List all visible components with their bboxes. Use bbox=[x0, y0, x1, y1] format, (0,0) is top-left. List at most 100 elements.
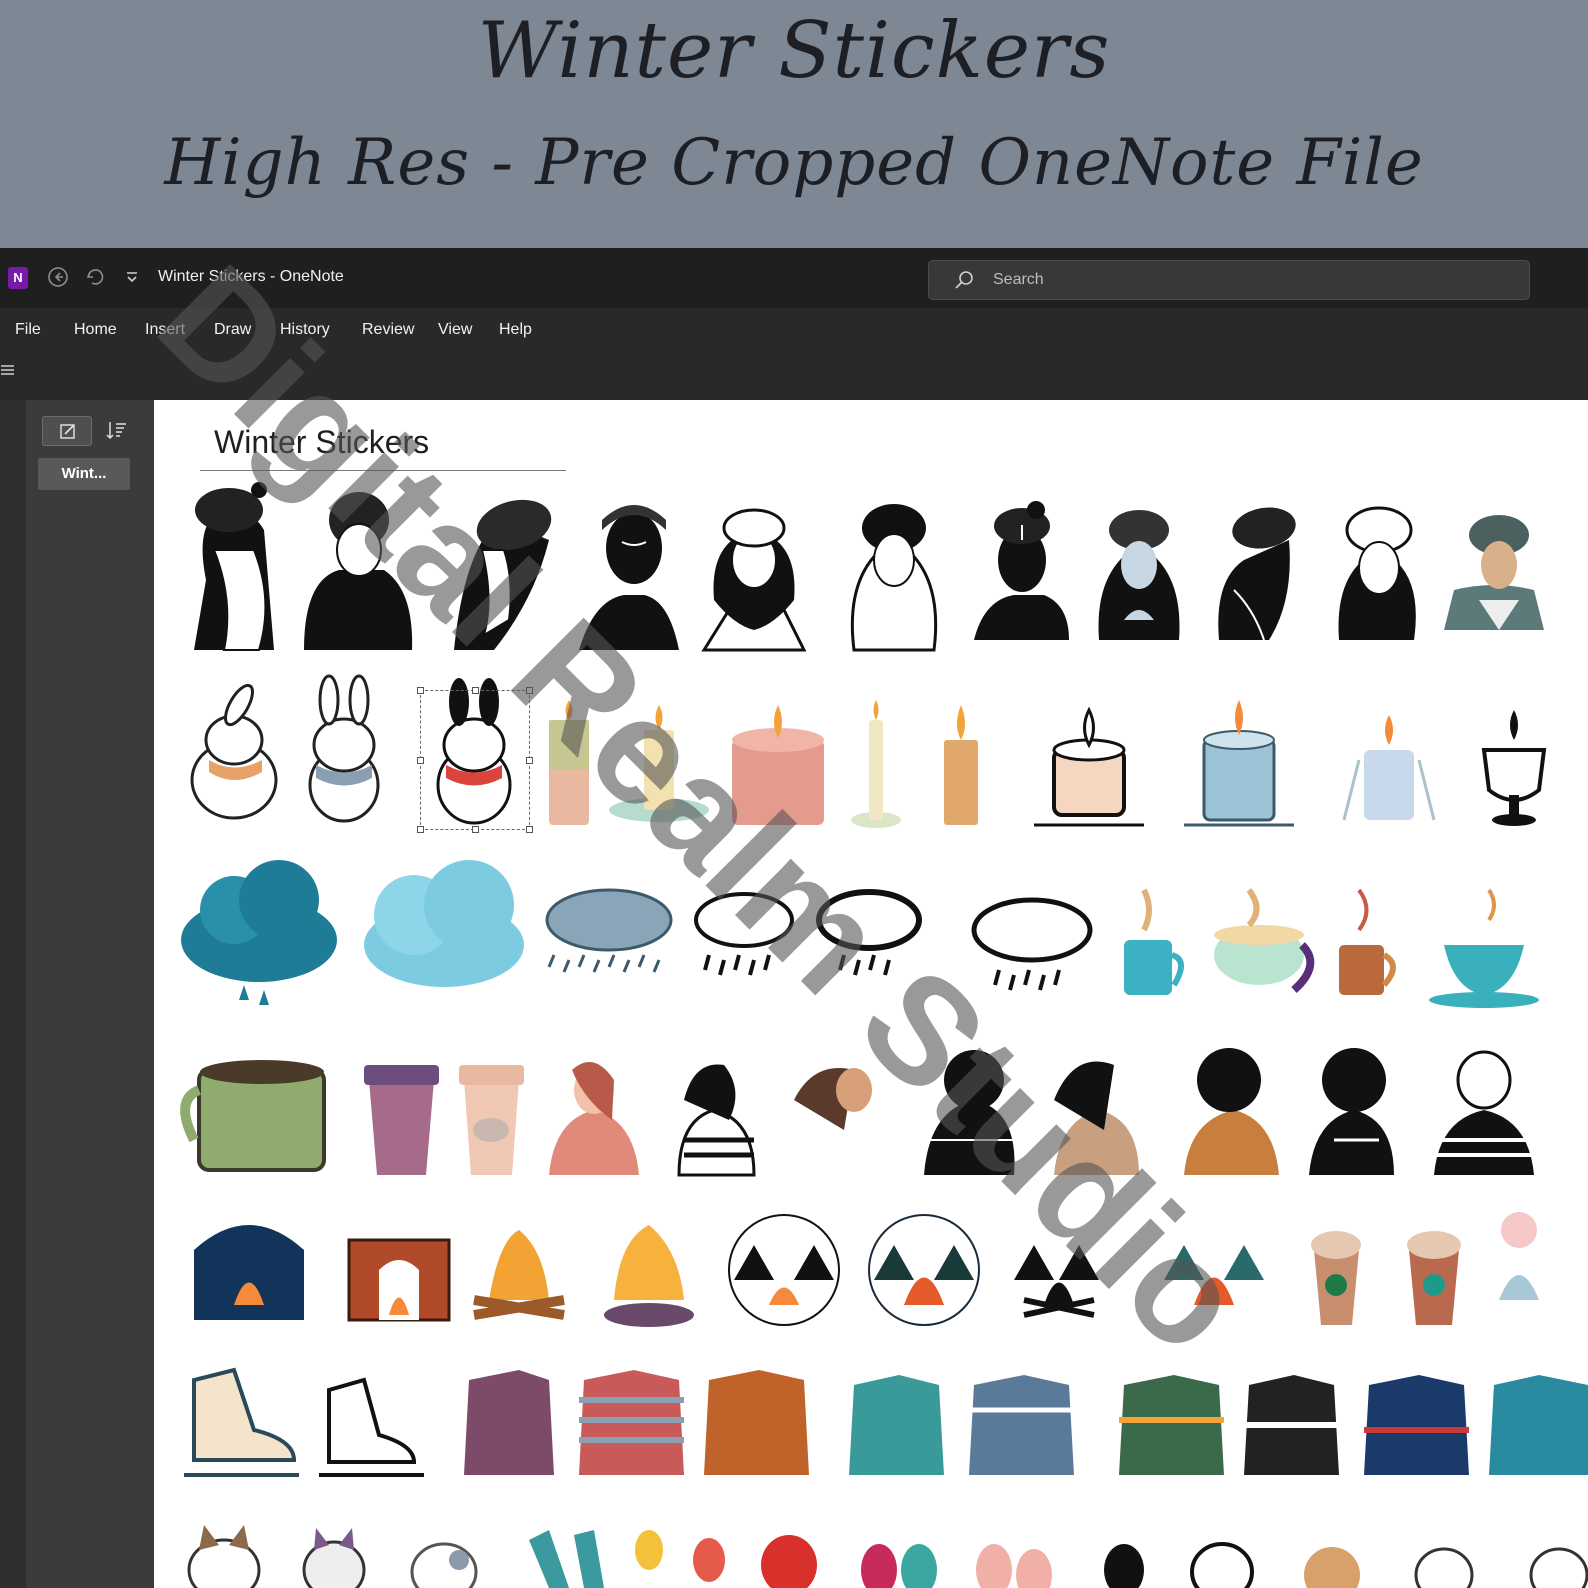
sticker-candle-8 bbox=[1342, 715, 1436, 821]
banner-subtitle: High Res - Pre Cropped OneNote File bbox=[164, 126, 1424, 200]
resize-handle-top-right[interactable] bbox=[526, 687, 533, 694]
page-canvas[interactable]: Winter Stickers bbox=[154, 400, 1588, 1588]
selected-image-frame[interactable] bbox=[417, 687, 533, 833]
tab-file[interactable]: File bbox=[15, 321, 41, 339]
sticker-row-drinks-women bbox=[180, 1048, 1534, 1177]
sticker-woman-coffee-3 bbox=[794, 1068, 874, 1175]
resize-handle-bottom[interactable] bbox=[472, 826, 479, 833]
page-item-winter-stickers[interactable]: Wint... bbox=[38, 458, 130, 490]
sticker-woman-beanie-2 bbox=[304, 492, 413, 650]
sticker-candle-5 bbox=[944, 705, 978, 825]
sticker-cloud-4 bbox=[694, 892, 794, 976]
sticker-fireplace-2 bbox=[347, 1238, 451, 1322]
sticker-ice-skate-1 bbox=[184, 1367, 299, 1477]
sticker-dog-4 bbox=[1529, 1547, 1588, 1588]
ribbon-tabs: File Home Insert Draw History Review Vie… bbox=[0, 308, 1588, 352]
sticker-campfire-2 bbox=[604, 1225, 694, 1327]
tab-home[interactable]: Home bbox=[74, 321, 117, 339]
sticker-row-skates-sweaters bbox=[184, 1367, 1588, 1477]
resize-handle-bottom-left[interactable] bbox=[417, 826, 424, 833]
sticker-woman-beanie-10 bbox=[1338, 506, 1416, 640]
sticker-candle-1 bbox=[549, 700, 589, 825]
sticker-sweater-navy-red bbox=[1364, 1375, 1469, 1475]
resize-handle-top-left[interactable] bbox=[417, 687, 424, 694]
back-icon[interactable] bbox=[46, 266, 70, 290]
page-list-pane: Wint... bbox=[26, 400, 154, 1588]
sticker-grid[interactable] bbox=[154, 400, 1588, 1588]
tab-view[interactable]: View bbox=[438, 321, 472, 339]
resize-handle-left[interactable] bbox=[417, 757, 424, 764]
sticker-cat-2 bbox=[302, 1528, 366, 1588]
sticker-cloud-1 bbox=[181, 860, 337, 1005]
sticker-woman-coffee-2 bbox=[677, 1064, 756, 1177]
sticker-candle-4 bbox=[851, 700, 901, 828]
search-icon bbox=[953, 269, 975, 291]
resize-handle-right[interactable] bbox=[526, 757, 533, 764]
sticker-campfire-badge-4 bbox=[1159, 1215, 1269, 1325]
sticker-campfire-badge-1 bbox=[728, 1214, 840, 1326]
sticker-woman-coffee-6 bbox=[1184, 1048, 1279, 1175]
sticker-woman-coffee-5 bbox=[1054, 1061, 1139, 1175]
sticker-candle-9 bbox=[1481, 710, 1547, 826]
sticker-campfire-1 bbox=[473, 1230, 565, 1320]
sticker-cloud-3 bbox=[545, 888, 673, 973]
sticker-dog-3 bbox=[1414, 1547, 1474, 1588]
sticker-woman-coffee-7 bbox=[1309, 1048, 1394, 1175]
sticker-candle-2 bbox=[609, 705, 709, 822]
banner-title: Winter Stickers bbox=[477, 6, 1111, 96]
search-box[interactable]: Search bbox=[928, 260, 1530, 300]
sticker-ice-skates-2 bbox=[319, 1377, 424, 1477]
sticker-campfire-badge-2 bbox=[868, 1214, 980, 1326]
sticker-row-clouds-drinks bbox=[181, 860, 1539, 1008]
sticker-scarf-teal bbox=[529, 1530, 604, 1588]
sticker-fireplace-1 bbox=[194, 1225, 304, 1320]
sticker-woman-earmuffs bbox=[1434, 1050, 1534, 1175]
undo-icon[interactable] bbox=[83, 266, 107, 290]
sticker-cup-teal bbox=[1429, 888, 1539, 1008]
add-page-button[interactable] bbox=[42, 416, 92, 446]
sticker-row-bunnies-candles bbox=[190, 674, 1547, 828]
sticker-woman-beanie-1 bbox=[194, 482, 274, 651]
sticker-cup-mint bbox=[1214, 888, 1315, 993]
sticker-woman-beanie-8 bbox=[1098, 510, 1180, 640]
sticker-sweater-teal-pattern bbox=[1489, 1375, 1588, 1475]
sticker-cat-1 bbox=[187, 1525, 261, 1588]
resize-handle-top[interactable] bbox=[472, 687, 479, 694]
tab-insert[interactable]: Insert bbox=[145, 321, 185, 339]
sticker-woman-beanie-7 bbox=[974, 501, 1069, 640]
sticker-row-pets-mittens bbox=[187, 1525, 1588, 1588]
quick-access-dropdown-icon[interactable] bbox=[120, 266, 144, 290]
sticker-candle-7 bbox=[1184, 700, 1294, 827]
sort-pages-icon[interactable] bbox=[104, 418, 130, 444]
sticker-cloud-2 bbox=[364, 860, 524, 987]
navigation-toggle-icon[interactable] bbox=[0, 362, 16, 378]
sticker-coffee-cup-peach bbox=[459, 1065, 524, 1175]
sticker-frappe-1 bbox=[1311, 1231, 1361, 1325]
onenote-app-icon[interactable]: N bbox=[8, 267, 28, 289]
sticker-coffee-cup-purple bbox=[364, 1065, 439, 1175]
tab-history[interactable]: History bbox=[280, 321, 330, 339]
search-input[interactable]: Search bbox=[993, 271, 1044, 289]
sticker-cat-3 bbox=[410, 1542, 478, 1588]
sticker-candle-6 bbox=[1034, 706, 1144, 827]
sticker-woman-beanie-3 bbox=[454, 499, 552, 650]
tab-help[interactable]: Help bbox=[499, 321, 532, 339]
sticker-woman-beanie-9 bbox=[1218, 507, 1296, 641]
resize-handle-bottom-right[interactable] bbox=[526, 826, 533, 833]
sticker-candle-3 bbox=[732, 705, 824, 825]
sticker-row-beanie-women bbox=[194, 482, 1544, 652]
sticker-row-fires bbox=[194, 1212, 1539, 1327]
sticker-mittens-2 bbox=[861, 1544, 937, 1588]
sticker-mittens-1 bbox=[635, 1530, 725, 1582]
sticker-sweater-teal bbox=[849, 1375, 944, 1475]
sticker-woman-beanie-5 bbox=[701, 508, 807, 652]
sticker-frappe-2 bbox=[1407, 1231, 1461, 1325]
promo-banner: Winter Stickers High Res - Pre Cropped O… bbox=[0, 0, 1588, 248]
sticker-mittens-pink bbox=[976, 1544, 1052, 1588]
sticker-sweater-rust bbox=[704, 1370, 809, 1475]
sticker-mug-teal bbox=[1124, 888, 1184, 995]
sticker-woman-beanie-4 bbox=[579, 505, 679, 650]
tab-review[interactable]: Review bbox=[362, 321, 414, 339]
tab-draw[interactable]: Draw bbox=[214, 321, 251, 339]
sticker-mitten-red bbox=[761, 1535, 817, 1588]
